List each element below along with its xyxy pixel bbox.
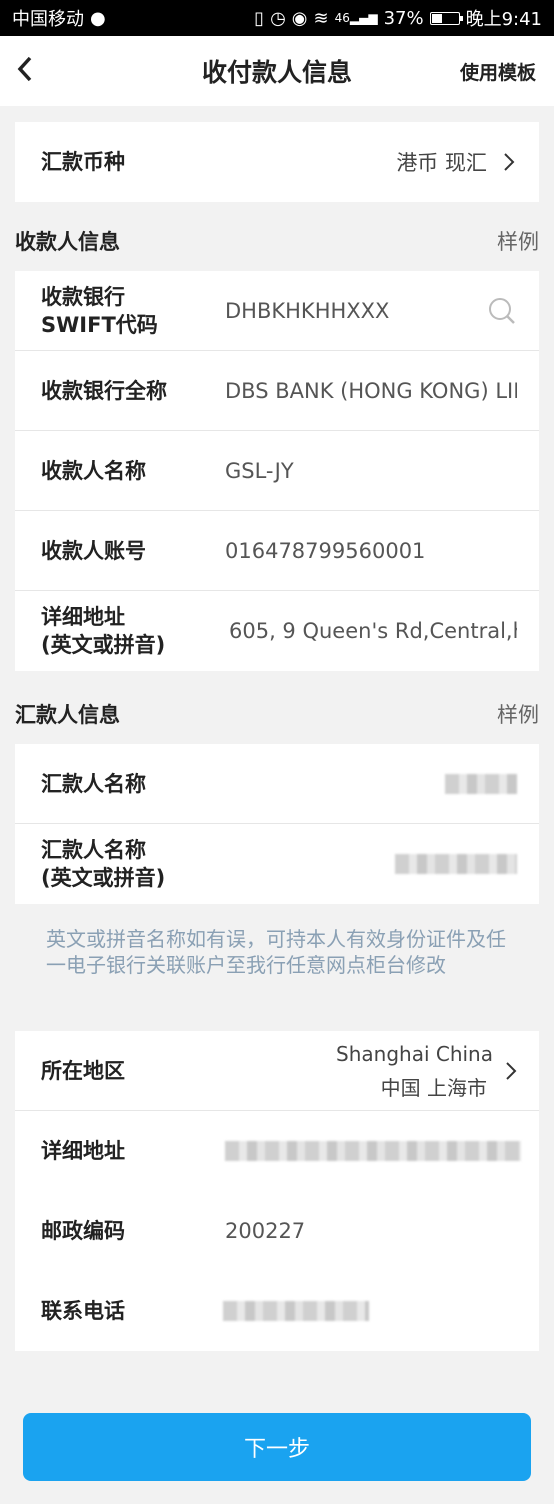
battery-icon — [429, 11, 463, 25]
remitter-name-en-line1: 汇款人名称 — [41, 838, 146, 862]
remitter-address-value-redacted — [225, 1141, 521, 1161]
chevron-right-icon — [506, 1061, 517, 1080]
remitter-name-label: 汇款人名称 — [41, 771, 146, 796]
back-button[interactable] — [14, 54, 44, 88]
eye-icon: ◉ — [291, 7, 308, 29]
remitter-name-en-line2: (英文或拼音) — [41, 866, 166, 890]
search-icon[interactable] — [487, 296, 517, 326]
bank-full-name-input[interactable]: DBS BANK (HONG KONG) LII — [225, 379, 517, 403]
remitter-name-en-row[interactable]: 汇款人名称 (英文或拼音) — [15, 824, 539, 904]
payee-account-label: 收款人账号 — [41, 538, 146, 563]
currency-card: 汇款币种 港币 现汇 — [15, 122, 539, 202]
payee-address-label: 详细地址 (英文或拼音) — [41, 603, 221, 659]
remitter-address-row[interactable]: 详细地址 — [15, 1111, 539, 1191]
chevron-right-icon — [504, 153, 515, 171]
region-label: 所在地区 — [41, 1058, 125, 1083]
currency-value: 港币 现汇 — [396, 151, 487, 175]
payee-address-row[interactable]: 详细地址 (英文或拼音) 605, 9 Queen's Rd,Central,h… — [15, 591, 539, 671]
postcode-input[interactable]: 200227 — [225, 1219, 517, 1243]
remitter-name-value-redacted — [445, 773, 517, 794]
region-value-en: Shanghai China — [336, 1042, 493, 1066]
payee-name-input[interactable]: GSL-JY — [225, 459, 517, 483]
remitter-name-row[interactable]: 汇款人名称 — [15, 744, 539, 824]
payee-account-row[interactable]: 收款人账号 016478799560001 — [15, 511, 539, 591]
battery-percent: 37% — [383, 7, 424, 29]
swift-code-label: 收款银行 SWIFT代码 — [41, 283, 221, 339]
phone-row[interactable]: 联系电话 — [15, 1271, 539, 1351]
postcode-row[interactable]: 邮政编码 200227 — [15, 1191, 539, 1271]
remitter-name-en-label: 汇款人名称 (英文或拼音) — [41, 836, 221, 892]
payee-address-label-line2: (英文或拼音) — [41, 633, 166, 657]
bank-full-name-row[interactable]: 收款银行全称 DBS BANK (HONG KONG) LII — [15, 351, 539, 431]
region-row[interactable]: 所在地区 Shanghai China 中国 上海市 — [15, 1031, 539, 1111]
payee-account-input[interactable]: 016478799560001 — [225, 539, 517, 563]
swift-label-line1: 收款银行 — [41, 284, 125, 309]
payee-name-row[interactable]: 收款人名称 GSL-JY — [15, 431, 539, 511]
payee-address-input[interactable]: 605, 9 Queen's Rd,Central,hk — [229, 619, 517, 643]
remitter-name-card: 汇款人名称 汇款人名称 (英文或拼音) — [15, 744, 539, 904]
next-step-button[interactable]: 下一步 — [23, 1413, 531, 1481]
payee-sample-link[interactable]: 样例 — [497, 226, 539, 256]
clock-time: 晚上9:41 — [465, 9, 542, 30]
carrier-name: 中国移动 — [12, 9, 84, 30]
use-template-button[interactable]: 使用模板 — [460, 58, 536, 85]
chat-bubble-icon: ● — [90, 7, 106, 29]
vibrate-icon: ▯ — [254, 7, 265, 29]
signal-icon: 46▂▄▆ — [334, 11, 378, 25]
remitter-address-label: 详细地址 — [41, 1139, 125, 1163]
currency-label: 汇款币种 — [41, 150, 125, 174]
alarm-icon: ◷ — [270, 7, 286, 29]
payee-section-title: 收款人信息 — [15, 230, 120, 254]
name-correction-note: 英文或拼音名称如有误，可持本人有效身份证件及任一电子银行关联账户至我行任意网点柜… — [46, 927, 506, 977]
region-value-cn: 中国 上海市 — [380, 1076, 487, 1100]
remitter-section-header: 汇款人信息 样例 — [15, 694, 539, 734]
phone-value-redacted — [223, 1301, 369, 1321]
payee-card: 收款银行 SWIFT代码 DHBKHKHHXXX 收款银行全称 DBS BANK… — [15, 271, 539, 671]
wifi-icon: ≋ — [313, 7, 329, 29]
currency-row[interactable]: 汇款币种 港币 现汇 — [15, 122, 539, 202]
phone-label: 联系电话 — [41, 1299, 125, 1323]
swift-code-input[interactable]: DHBKHKHHXXX — [225, 299, 517, 323]
status-bar: 中国移动 ● ▯ ◷ ◉ ≋ 46▂▄▆ 37% 晚上9:41 — [0, 0, 554, 36]
swift-code-row[interactable]: 收款银行 SWIFT代码 DHBKHKHHXXX — [15, 271, 539, 351]
bank-full-name-label: 收款银行全称 — [41, 378, 167, 403]
chevron-left-icon — [17, 56, 32, 82]
payee-section-header: 收款人信息 样例 — [15, 221, 539, 261]
remitter-section-title: 汇款人信息 — [15, 703, 120, 727]
remitter-name-en-value-redacted — [395, 854, 517, 874]
postcode-label: 邮政编码 — [41, 1219, 125, 1243]
remitter-details-card: 所在地区 Shanghai China 中国 上海市 详细地址 邮政编码 200… — [15, 1031, 539, 1351]
payee-name-label: 收款人名称 — [41, 458, 146, 483]
swift-label-line2: SWIFT代码 — [41, 312, 158, 337]
navigation-bar: 收付款人信息 使用模板 — [0, 36, 554, 106]
payee-address-label-line1: 详细地址 — [41, 605, 125, 629]
remitter-sample-link[interactable]: 样例 — [497, 699, 539, 729]
